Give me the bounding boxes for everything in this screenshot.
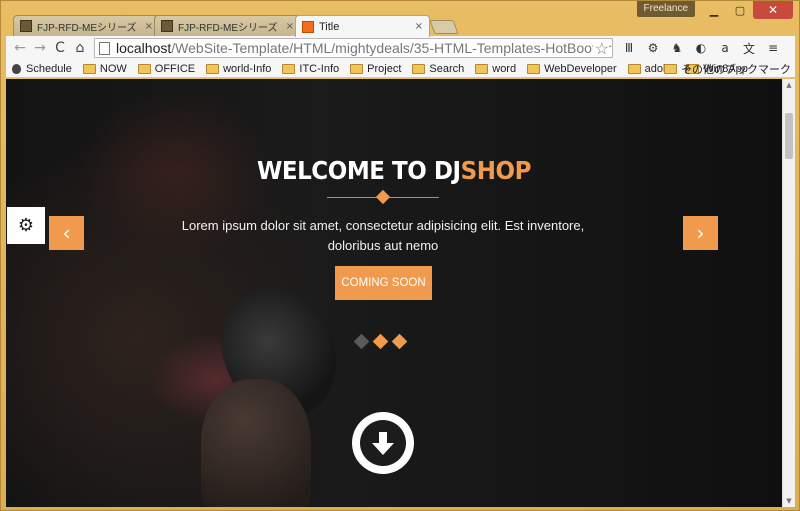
bookmarks-bar: Schedule NOW OFFICE world-Info ITC-Info … <box>6 60 795 78</box>
apple-icon <box>12 63 21 74</box>
slider-indicator-3[interactable] <box>391 333 408 350</box>
extension-adblock-icon[interactable]: ◐ <box>693 40 709 56</box>
extension-readlater-icon[interactable]: Ⅲ <box>621 40 637 56</box>
bookmark-star-icon[interactable]: ☆ <box>592 39 609 57</box>
browser-toolbar: ← → C ⌂ localhost /WebSite-Template/HTML… <box>6 36 795 60</box>
chevron-right-icon: › <box>696 221 705 245</box>
home-icon[interactable]: ⌂ <box>70 40 90 56</box>
bookmark-schedule[interactable]: Schedule <box>12 63 72 75</box>
maximize-button[interactable]: ▢ <box>727 1 753 19</box>
scrollbar-thumb[interactable] <box>785 113 793 159</box>
hero-title-main: WELCOME TO DJ <box>256 156 461 185</box>
slider-indicator-1[interactable] <box>353 333 370 350</box>
folder-icon <box>82 63 96 74</box>
tab-close-icon[interactable]: × <box>415 21 423 32</box>
page-icon <box>99 41 110 55</box>
bookmark-now[interactable]: NOW <box>82 63 127 75</box>
html5-favicon-icon <box>302 20 314 33</box>
page-favicon-icon <box>161 20 173 32</box>
close-window-button[interactable]: ✕ <box>753 1 793 19</box>
address-bar[interactable]: localhost /WebSite-Template/HTML/mightyd… <box>94 38 613 58</box>
slider-prev-button[interactable]: ‹ <box>49 216 84 250</box>
folder-icon <box>137 63 151 74</box>
url-host: localhost <box>116 40 172 56</box>
hero-title-accent: SHOP <box>460 156 532 185</box>
bookmark-other[interactable]: その他のブックマーク <box>664 61 791 77</box>
slider-indicator-2[interactable] <box>372 333 389 350</box>
page-favicon-icon <box>20 20 32 32</box>
bookmark-webdeveloper[interactable]: WebDeveloper <box>527 63 617 75</box>
settings-toggle-button[interactable]: ⚙ <box>7 207 45 244</box>
tab-title: FJP-RFD-MEシリーズ［従来 <box>37 22 141 34</box>
url-path: /WebSite-Template/HTML/mightydeals/35-HT… <box>171 40 613 56</box>
folder-icon <box>627 63 641 74</box>
tab-fjp-1[interactable]: FJP-RFD-MEシリーズ［従来 × <box>13 15 160 36</box>
bookmark-search[interactable]: Search <box>412 63 464 75</box>
tab-fjp-2[interactable]: FJP-RFD-MEシリーズ［従来 × <box>154 15 301 36</box>
chevron-left-icon: ‹ <box>62 221 71 245</box>
scroll-up-icon[interactable]: ▲ <box>783 79 795 91</box>
tab-title: Title <box>319 20 340 33</box>
bookmark-project[interactable]: Project <box>350 63 401 75</box>
forward-icon[interactable]: → <box>30 40 50 56</box>
extension-amazon-icon[interactable]: a <box>717 40 733 56</box>
scroll-down-button[interactable] <box>352 412 414 474</box>
folder-icon <box>350 63 364 74</box>
extension-translate-icon[interactable]: 文 <box>741 40 757 56</box>
window-controls: Freelance ▁ ▢ ✕ <box>636 1 793 19</box>
tab-title-active[interactable]: Title × <box>295 15 430 37</box>
coming-soon-button[interactable]: COMING SOON <box>335 266 432 300</box>
profile-badge[interactable]: Freelance <box>636 1 695 17</box>
slider-next-button[interactable]: › <box>683 216 718 250</box>
bookmark-world-info[interactable]: world-Info <box>206 63 271 75</box>
page-viewport: ⚙ WELCOME TO DJSHOP Lorem ipsum dolor si… <box>6 79 782 507</box>
arrow-down-icon <box>360 420 406 466</box>
tab-close-icon[interactable]: × <box>145 21 153 32</box>
folder-icon <box>664 63 677 74</box>
bookmark-word[interactable]: word <box>475 63 516 75</box>
folder-icon <box>527 63 541 74</box>
bookmark-office[interactable]: OFFICE <box>137 63 195 75</box>
gear-icon: ⚙ <box>17 215 35 236</box>
extension-icons: Ⅲ ⚙ ♞ ◐ a 文 ≡ <box>621 40 789 56</box>
menu-icon[interactable]: ≡ <box>765 40 781 56</box>
extension-gear-icon[interactable]: ⚙ <box>645 40 661 56</box>
bookmark-itc-info[interactable]: ITC-Info <box>282 63 339 75</box>
new-tab-button[interactable] <box>429 20 459 34</box>
hero-description: Lorem ipsum dolor sit amet, consectetur … <box>181 218 585 253</box>
minimize-button[interactable]: ▁ <box>701 1 727 19</box>
hero-title: WELCOME TO DJSHOP <box>37 156 751 185</box>
back-icon[interactable]: ← <box>10 40 30 56</box>
browser-window: Freelance ▁ ▢ ✕ FJP-RFD-MEシリーズ［従来 × FJP-… <box>0 0 800 511</box>
tab-strip: FJP-RFD-MEシリーズ［従来 × FJP-RFD-MEシリーズ［従来 × … <box>13 15 459 37</box>
extension-ninja-icon[interactable]: ♞ <box>669 40 685 56</box>
tab-title: FJP-RFD-MEシリーズ［従来 <box>178 22 282 34</box>
folder-icon <box>282 63 296 74</box>
folder-icon <box>206 63 220 74</box>
folder-icon <box>475 63 489 74</box>
folder-icon <box>412 63 426 74</box>
slider-indicators <box>353 333 408 350</box>
tab-close-icon[interactable]: × <box>286 21 294 32</box>
page-scrollbar[interactable]: ▲ ▼ <box>782 79 795 507</box>
reload-icon[interactable]: C <box>50 40 70 56</box>
scroll-down-icon[interactable]: ▼ <box>783 495 795 507</box>
